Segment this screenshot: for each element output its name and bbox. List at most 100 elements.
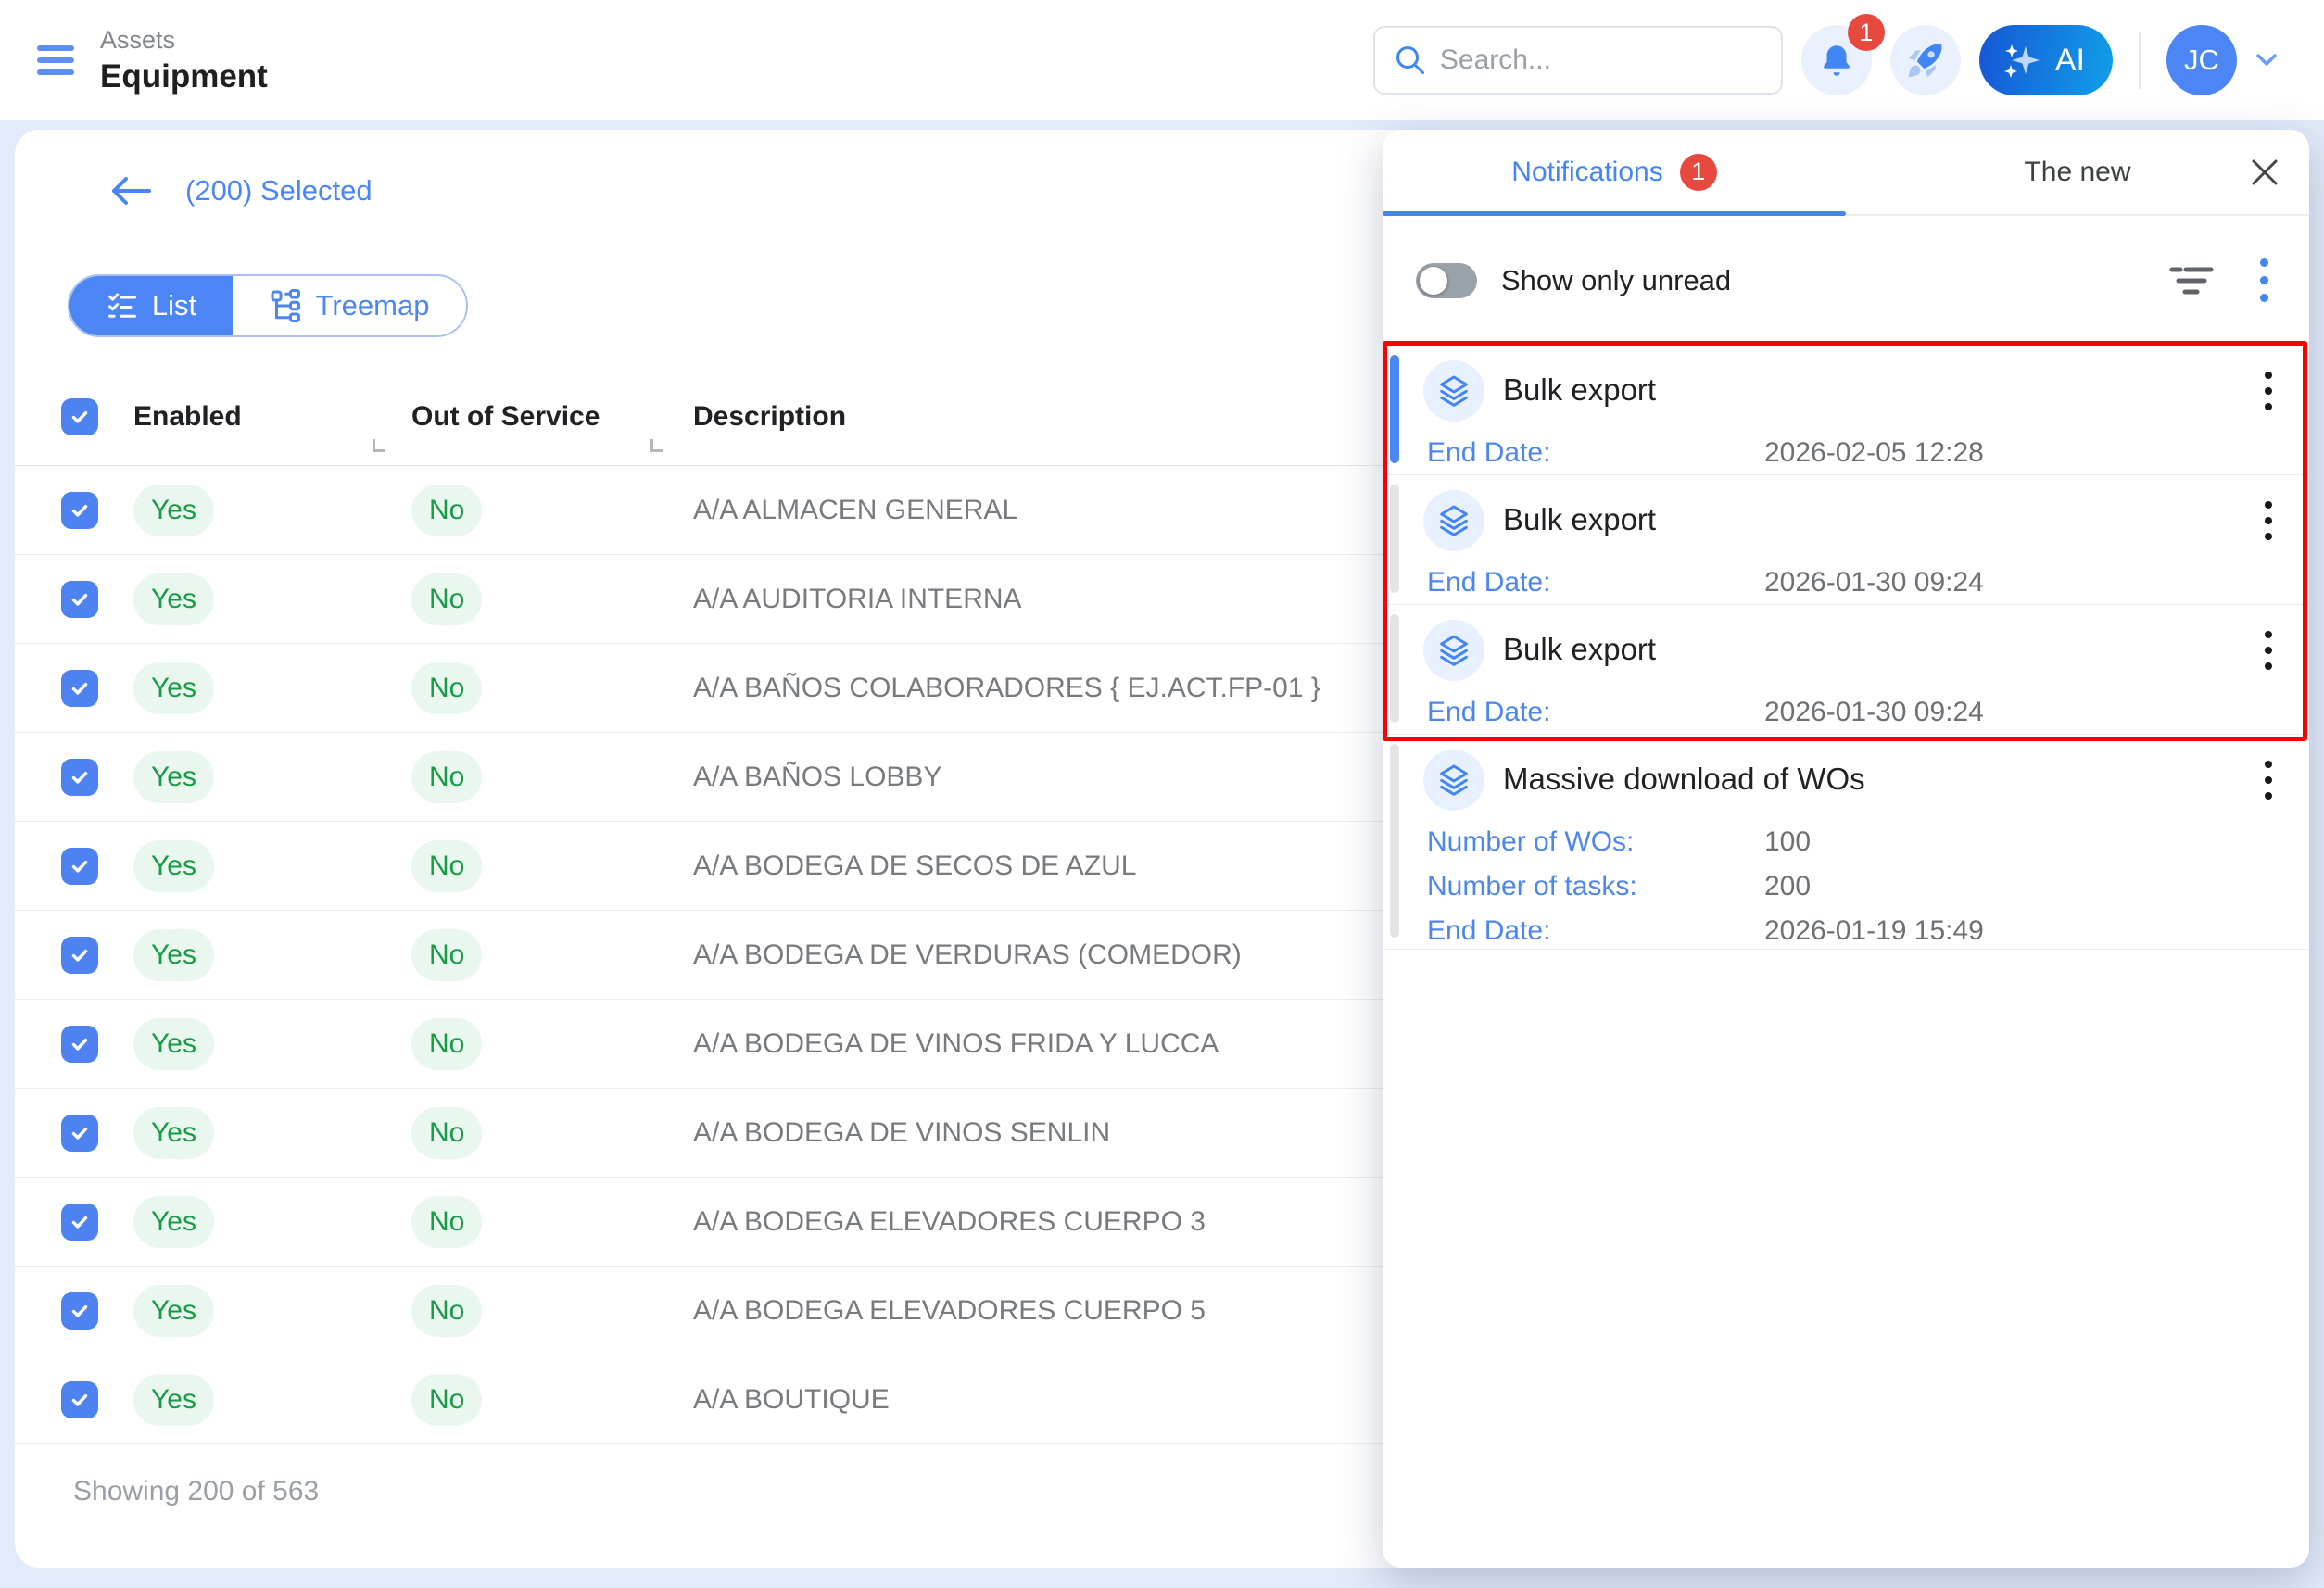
column-header-out-of-service[interactable]: Out of Service [411, 401, 693, 433]
row-checkbox[interactable] [61, 1204, 98, 1241]
tab-treemap-view[interactable]: Treemap [233, 276, 466, 335]
enabled-badge: Yes [133, 751, 214, 803]
show-only-unread-toggle[interactable] [1416, 263, 1477, 298]
row-checkbox[interactable] [61, 848, 98, 885]
row-checkbox[interactable] [61, 492, 98, 529]
out-of-service-badge: No [411, 1374, 482, 1426]
ai-label: AI [2055, 43, 2085, 79]
notifications-bell-button[interactable]: 1 [1801, 25, 1872, 95]
field-label: End Date: [1427, 567, 1764, 599]
field-value: 100 [1764, 826, 1811, 858]
field-label: End Date: [1427, 697, 1764, 728]
read-indicator [1390, 485, 1399, 593]
enabled-badge: Yes [133, 1018, 214, 1070]
rocket-button[interactable] [1890, 25, 1961, 95]
sparkles-icon [2000, 39, 2042, 82]
rocket-icon [1905, 40, 1946, 81]
notifications-panel: Notifications 1 The new Show only unread… [1383, 130, 2309, 1568]
layers-icon [1423, 620, 1484, 681]
unread-filter-row: Show only unread [1383, 216, 2309, 345]
layers-icon [1423, 360, 1484, 422]
page-title: Equipment [100, 58, 268, 95]
row-checkbox[interactable] [61, 759, 98, 796]
notification-title: Massive download of WOs [1503, 762, 1865, 797]
row-checkbox[interactable] [61, 1381, 98, 1418]
tab-list-view[interactable]: List [69, 276, 233, 335]
enabled-badge: Yes [133, 1196, 214, 1248]
field-value: 2026-01-30 09:24 [1764, 697, 1984, 728]
checklist-icon [106, 289, 139, 322]
divider [2139, 32, 2141, 89]
row-checkbox[interactable] [61, 1115, 98, 1152]
item-menu-icon[interactable] [2261, 498, 2276, 544]
out-of-service-badge: No [411, 840, 482, 892]
row-checkbox[interactable] [61, 937, 98, 974]
panel-menu-icon[interactable] [2256, 255, 2272, 306]
field-value: 200 [1764, 871, 1811, 902]
close-icon[interactable] [2248, 156, 2281, 194]
tab-notifications-label: Notifications [1511, 157, 1662, 188]
notification-item[interactable]: Massive download of WOs Number of WOs: 1… [1383, 735, 2309, 950]
notification-item[interactable]: Bulk export End Date: 2026-02-05 12:28 [1383, 346, 2309, 475]
out-of-service-badge: No [411, 929, 482, 981]
notifications-tab-badge: 1 [1680, 154, 1717, 191]
field-label: End Date: [1427, 437, 1764, 469]
column-header-enabled[interactable]: Enabled [133, 401, 411, 433]
notification-title: Bulk export [1503, 502, 1656, 537]
tab-notifications[interactable]: Notifications 1 [1383, 130, 1846, 214]
out-of-service-badge: No [411, 1285, 482, 1337]
search-input[interactable] [1440, 44, 1746, 76]
filter-icon[interactable] [2169, 264, 2214, 297]
list-tab-label: List [152, 289, 196, 322]
out-of-service-badge: No [411, 1107, 482, 1159]
notification-list: Bulk export End Date: 2026-02-05 12:28 B… [1383, 345, 2309, 950]
enabled-badge: Yes [133, 662, 214, 714]
layers-icon [1423, 750, 1484, 811]
out-of-service-badge: No [411, 485, 482, 536]
treemap-icon [270, 289, 303, 322]
menu-icon[interactable] [37, 45, 74, 75]
tab-the-new-label: The new [2024, 157, 2130, 188]
unread-indicator [1390, 355, 1399, 463]
read-indicator [1390, 744, 1399, 938]
out-of-service-badge: No [411, 1196, 482, 1248]
search-box[interactable] [1373, 26, 1783, 95]
breadcrumb: Assets [100, 26, 268, 55]
field-value: 2026-01-19 15:49 [1764, 915, 1984, 947]
row-checkbox[interactable] [61, 670, 98, 707]
ai-assistant-button[interactable]: AI [1979, 25, 2113, 95]
enabled-badge: Yes [133, 929, 214, 981]
back-arrow-icon[interactable] [107, 174, 152, 208]
notifications-tabs: Notifications 1 The new [1383, 130, 2309, 216]
field-value: 2026-02-05 12:28 [1764, 437, 1984, 469]
top-bar: Assets Equipment 1 AI JC [0, 0, 2324, 120]
notification-item[interactable]: Bulk export End Date: 2026-01-30 09:24 [1383, 475, 2309, 605]
row-checkbox[interactable] [61, 1026, 98, 1063]
row-checkbox[interactable] [61, 1292, 98, 1330]
out-of-service-badge: No [411, 662, 482, 714]
notification-item[interactable]: Bulk export End Date: 2026-01-30 09:24 [1383, 605, 2309, 735]
chevron-down-icon[interactable] [2255, 53, 2278, 68]
item-menu-icon[interactable] [2261, 368, 2276, 414]
column-resize-handle[interactable] [373, 439, 385, 452]
select-all-checkbox[interactable] [61, 398, 98, 435]
notification-title: Bulk export [1503, 632, 1656, 667]
item-menu-icon[interactable] [2261, 627, 2276, 674]
active-tab-underline [1383, 211, 1846, 216]
enabled-badge: Yes [133, 573, 214, 625]
avatar[interactable]: JC [2166, 25, 2237, 95]
out-of-service-badge: No [411, 573, 482, 625]
bell-icon [1817, 41, 1856, 80]
read-indicator [1390, 614, 1399, 723]
out-of-service-badge: No [411, 751, 482, 803]
selected-count-label[interactable]: (200) Selected [185, 174, 373, 208]
show-only-unread-label: Show only unread [1501, 264, 1731, 297]
field-label: Number of tasks: [1427, 871, 1764, 902]
field-label: End Date: [1427, 915, 1764, 947]
row-checkbox[interactable] [61, 581, 98, 618]
tab-the-new[interactable]: The new [1846, 130, 2309, 214]
item-menu-icon[interactable] [2261, 757, 2276, 803]
enabled-badge: Yes [133, 485, 214, 536]
out-of-service-badge: No [411, 1018, 482, 1070]
column-resize-handle[interactable] [650, 439, 663, 452]
